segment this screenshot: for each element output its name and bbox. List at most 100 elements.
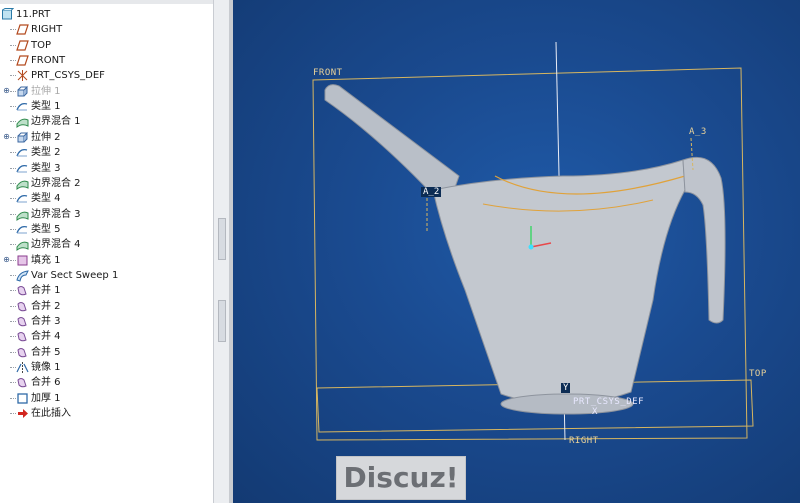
3d-viewport[interactable]: FRONT TOP RIGHT PRT_CSYS_DEF A_2 A_3 Y X	[233, 0, 800, 503]
tree-item[interactable]: 合并 5	[0, 345, 210, 360]
scrollbar-grip[interactable]	[218, 218, 226, 260]
tree-item[interactable]: 合并 6	[0, 375, 210, 390]
tree-item-label: 类型 5	[31, 223, 61, 235]
csys-origin	[528, 244, 534, 250]
tree-item[interactable]: 合并 4	[0, 329, 210, 344]
boundary-blend-icon	[16, 237, 29, 252]
tree-item[interactable]: Var Sect Sweep 1	[0, 268, 210, 283]
expand-toggle[interactable]: ⊕	[3, 132, 10, 141]
tree-item[interactable]: 合并 3	[0, 314, 210, 329]
axis-a3-label: A_3	[689, 127, 707, 137]
boundary-blend-icon	[16, 114, 29, 129]
sketch-icon	[16, 222, 29, 237]
merge-icon	[16, 314, 29, 329]
can-body	[432, 159, 686, 405]
csys-y-label: Y	[561, 383, 571, 393]
axis-a2-label: A_2	[421, 187, 442, 197]
tree-item[interactable]: PRT_CSYS_DEF	[0, 68, 210, 83]
tree-item[interactable]: 类型 4	[0, 191, 210, 206]
tree-item-label: TOP	[31, 39, 52, 51]
tree-item[interactable]: RIGHT	[0, 22, 210, 37]
thicken-icon	[16, 391, 29, 406]
boundary-blend-icon	[16, 176, 29, 191]
tree-header-strip	[0, 0, 213, 4]
tree-item[interactable]: 类型 1	[0, 99, 210, 114]
top-plane-label: TOP	[749, 369, 767, 379]
tree-item-label: 合并 2	[31, 300, 61, 312]
expand-toggle[interactable]: ⊕	[3, 255, 10, 264]
tree-item-label: 在此插入	[31, 408, 71, 420]
tree-root-item[interactable]: 11.PRT	[0, 7, 210, 22]
tree-item-label: 类型 4	[31, 193, 61, 205]
tree-item-label: PRT_CSYS_DEF	[31, 70, 105, 82]
tree-item[interactable]: 合并 1	[0, 283, 210, 298]
csys-x-label: X	[592, 407, 598, 417]
merge-icon	[16, 329, 29, 344]
tree-item-label: 合并 3	[31, 316, 61, 327]
tree-item-label: 类型 3	[31, 162, 61, 174]
tree-item-label: 类型 1	[31, 101, 61, 113]
tree-item-label: 11.PRT	[16, 9, 51, 20]
tree-item-label: 边界混合 2	[31, 177, 81, 189]
tree-item-label: Var Sect Sweep 1	[31, 269, 119, 281]
merge-icon	[16, 375, 29, 390]
tree-item[interactable]: 合并 2	[0, 299, 210, 314]
model-tree-panel: 11.PRT RIGHT TOP FRONT PRT_CSYS_DEF ⊕ 拉伸 1 类型 1…	[0, 0, 213, 503]
tree-item[interactable]: 类型 3	[0, 161, 210, 176]
tree-item-label: 合并 6	[31, 377, 61, 389]
part-icon	[1, 7, 14, 22]
tree-item-label: 类型 2	[31, 147, 61, 159]
forum-watermark: Discuz!	[336, 456, 466, 500]
tree-scrollbar[interactable]	[213, 0, 230, 503]
tree-item[interactable]: ⊕ 填充 1	[0, 253, 210, 268]
tree-item[interactable]: 边界混合 2	[0, 176, 210, 191]
sketch-icon	[16, 145, 29, 160]
datum-plane-icon	[16, 22, 29, 37]
tree-item[interactable]: FRONT	[0, 53, 210, 68]
datum-plane-icon	[16, 38, 29, 53]
tree-item-label: RIGHT	[31, 24, 63, 36]
tree-item-label: 合并 4	[31, 331, 61, 343]
boundary-blend-icon	[16, 207, 29, 222]
datum-plane-icon	[16, 53, 29, 68]
tree-item-label: FRONT	[31, 55, 66, 67]
sweep-icon	[16, 268, 29, 283]
tree-item[interactable]: 边界混合 3	[0, 207, 210, 222]
fill-icon	[16, 253, 29, 268]
sketch-icon	[16, 99, 29, 114]
sketch-icon	[16, 161, 29, 176]
tree-item-label: 填充 1	[31, 254, 61, 266]
tree-item[interactable]: 边界混合 4	[0, 237, 210, 252]
tree-item[interactable]: ⊕ 拉伸 2	[0, 130, 210, 145]
extrude-icon	[16, 130, 29, 145]
tree-item-label: 拉伸 1	[31, 85, 61, 97]
merge-icon	[16, 283, 29, 298]
tree-item[interactable]: 加厚 1	[0, 391, 210, 406]
tree-item-label: 拉伸 2	[31, 131, 61, 143]
csys-label: PRT_CSYS_DEF	[573, 397, 645, 407]
extrude-icon	[16, 84, 29, 99]
tree-item[interactable]: 类型 2	[0, 145, 210, 160]
tree-item[interactable]: TOP	[0, 38, 210, 53]
tree-item[interactable]: 边界混合 1	[0, 114, 210, 129]
right-plane-label: RIGHT	[569, 436, 599, 446]
csys-icon	[16, 68, 29, 83]
tree-item[interactable]: 类型 5	[0, 222, 210, 237]
tree-item-label: 合并 5	[31, 346, 61, 358]
expand-toggle[interactable]: ⊕	[3, 86, 10, 95]
tree-item[interactable]: ⊕ 拉伸 1	[0, 84, 210, 99]
mirror-icon	[16, 360, 29, 375]
front-plane-label: FRONT	[313, 68, 343, 78]
tree-item[interactable]: 镜像 1	[0, 360, 210, 375]
merge-icon	[16, 345, 29, 360]
tree-item-label: 边界混合 1	[31, 116, 81, 128]
handle	[682, 156, 726, 324]
tree-item-label: 合并 1	[31, 285, 61, 297]
tree-item-label: 镜像 1	[31, 362, 61, 374]
tree-item-label: 边界混合 4	[31, 239, 81, 251]
tree-item-label: 加厚 1	[31, 392, 61, 404]
scrollbar-grip-lower[interactable]	[218, 300, 226, 342]
sketch-icon	[16, 191, 29, 206]
tree-item[interactable]: 在此插入	[0, 406, 210, 421]
tree-item-label: 边界混合 3	[31, 208, 81, 220]
